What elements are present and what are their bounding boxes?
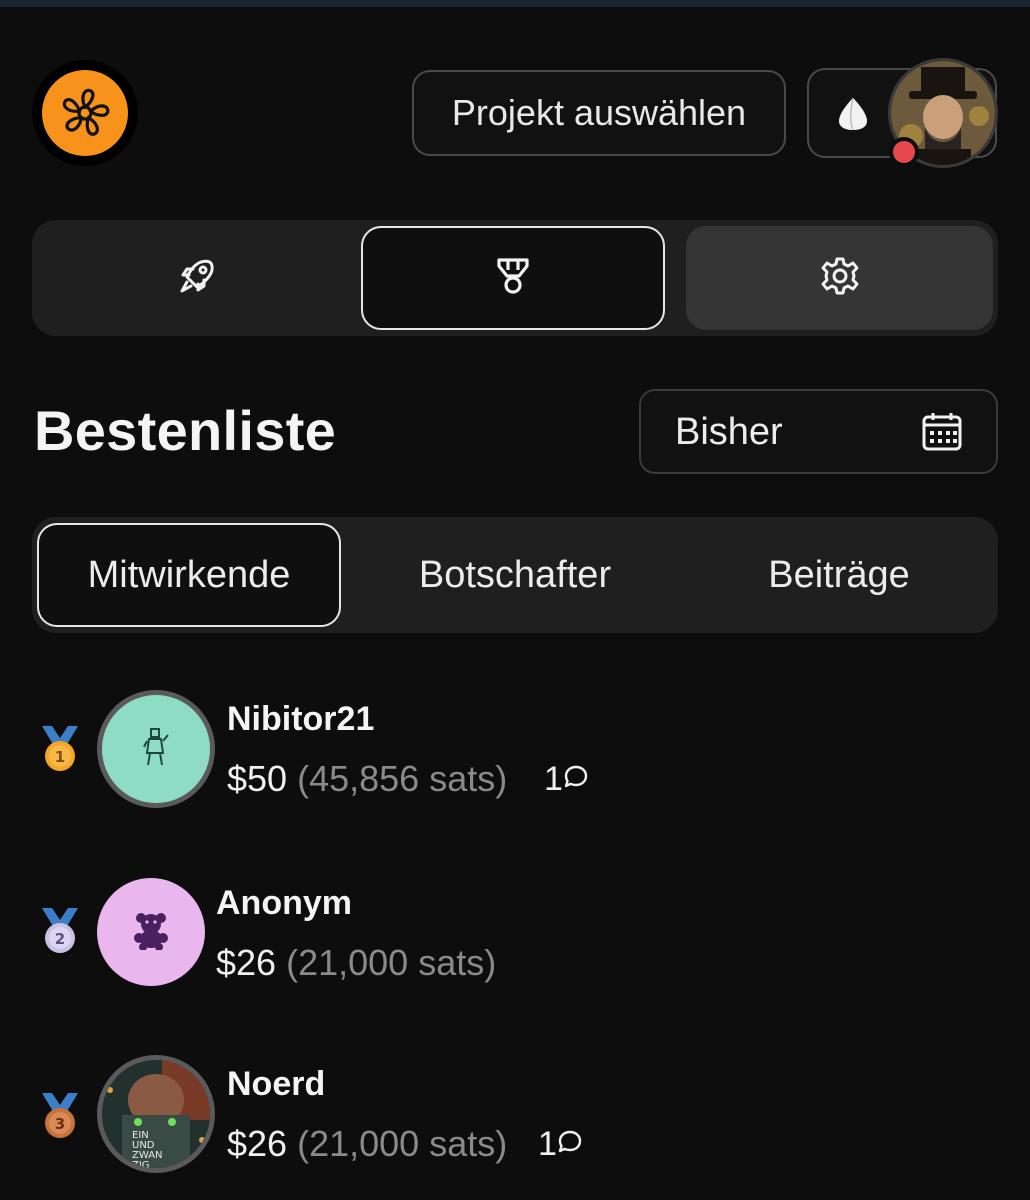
comment-count[interactable]: 1 — [544, 760, 589, 799]
contribution-amount: $26 (21,000 sats) — [227, 1123, 507, 1165]
rocket-icon — [175, 254, 219, 303]
contributor-name: Nibitor21 — [227, 700, 375, 738]
avatar[interactable] — [97, 878, 205, 986]
top-status-strip — [0, 0, 1030, 7]
leaderboard-row[interactable]: 3 EIN UND ZWAN ZIG Noerd $26 (21,000 sat… — [0, 1055, 1030, 1185]
leaderboard-row[interactable]: 1 Nibitor21 $50 (45,856 sats) 1 — [0, 690, 1030, 820]
avatar[interactable]: EIN UND ZWAN ZIG — [97, 1055, 215, 1173]
sats-amount: (45,856 sats) — [297, 758, 508, 799]
contribution-amount: $26 (21,000 sats) — [216, 942, 496, 984]
avatar[interactable] — [97, 690, 215, 808]
pixel-character-icon — [141, 727, 171, 772]
usd-amount: $26 — [227, 1123, 288, 1164]
page-title: Bestenliste — [34, 399, 337, 462]
nostr-icon — [833, 94, 873, 139]
contributor-name: Noerd — [227, 1065, 326, 1103]
subtab-label: Beiträge — [768, 553, 910, 596]
comment-count-value: 1 — [544, 760, 563, 798]
geyser-logo-icon — [42, 70, 128, 156]
contribution-amount: $50 (45,856 sats) — [227, 758, 507, 800]
subtab-contributors[interactable]: Mitwirkende — [37, 523, 341, 627]
avatar-image: EIN UND ZWAN ZIG — [102, 1060, 210, 1168]
subtab-ambassadors[interactable]: Botschafter — [350, 523, 680, 627]
subtab-label: Botschafter — [418, 553, 612, 596]
select-project-button[interactable]: Projekt auswählen — [412, 70, 786, 156]
sats-amount: (21,000 sats) — [286, 942, 497, 983]
svg-text:2: 2 — [55, 930, 65, 948]
subtab-label: Mitwirkende — [87, 553, 291, 596]
calendar-icon — [920, 409, 964, 458]
sats-amount: (21,000 sats) — [297, 1123, 508, 1164]
leaderboard-row[interactable]: 2 Anonym $26 (21,000 sats) — [0, 876, 1030, 1006]
contributor-name: Anonym — [216, 884, 352, 922]
tab-leaderboard[interactable] — [361, 226, 665, 330]
teddy-bear-icon — [131, 910, 171, 955]
leaderboard-subtabs: Mitwirkende Botschafter Beiträge — [32, 517, 998, 633]
comment-count-value: 1 — [538, 1125, 557, 1163]
select-project-label: Projekt auswählen — [451, 92, 747, 133]
bronze-medal-icon: 3 — [38, 1091, 82, 1146]
main-tabbar — [32, 220, 998, 336]
svg-text:3: 3 — [55, 1115, 65, 1133]
gold-medal-icon: 1 — [38, 724, 82, 779]
gear-icon — [818, 254, 862, 303]
tab-settings[interactable] — [686, 226, 993, 330]
svg-text:1: 1 — [55, 748, 65, 766]
comment-count[interactable]: 1 — [538, 1125, 583, 1164]
subtab-contributions[interactable]: Beiträge — [680, 523, 998, 627]
comment-icon — [557, 1125, 583, 1164]
notification-dot — [889, 137, 919, 167]
tab-launch[interactable] — [32, 226, 362, 330]
comment-icon — [563, 760, 589, 799]
usd-amount: $26 — [216, 942, 277, 983]
silver-medal-icon: 2 — [38, 906, 82, 961]
app-logo[interactable] — [32, 60, 138, 166]
medal-icon — [491, 254, 535, 303]
period-label: Bisher — [675, 411, 783, 453]
svg-text:ZIG: ZIG — [132, 1160, 150, 1168]
usd-amount: $50 — [227, 758, 288, 799]
period-select-button[interactable]: Bisher — [639, 389, 998, 474]
